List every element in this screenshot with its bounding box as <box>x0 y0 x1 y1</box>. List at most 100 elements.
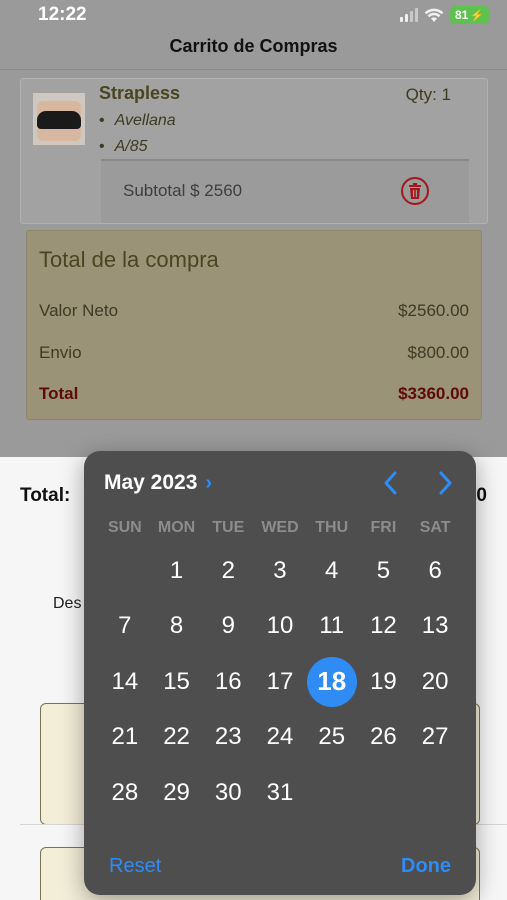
charging-bolt-icon: ⚡ <box>470 9 484 22</box>
done-button[interactable]: Done <box>401 855 451 878</box>
product-quantity: Qty: 1 <box>405 85 451 104</box>
weekday-label: MON <box>157 519 196 536</box>
day-cell[interactable]: 11 <box>306 599 358 655</box>
day-cell[interactable]: 6 <box>409 543 461 599</box>
day-cell[interactable]: 29 <box>151 765 203 821</box>
day-number: 14 <box>111 667 139 695</box>
cart-item-card[interactable]: Strapless Qty: 1 Avellana A/85 Subtotal … <box>20 78 488 224</box>
subtotal-bar: Subtotal $ 2560 <box>101 159 469 223</box>
day-cell[interactable]: 31 <box>254 765 306 821</box>
date-picker: May 2023 › SUN MON TUE WED THU FRI SAT 1… <box>84 451 476 895</box>
day-number: 27 <box>421 723 449 751</box>
product-image <box>33 93 85 145</box>
day-number: 16 <box>214 667 242 695</box>
weekday-label: TUE <box>212 519 245 536</box>
day-number: 15 <box>163 667 190 695</box>
status-bar: 12:22 81 ⚡ <box>0 0 507 30</box>
weekday-label: FRI <box>370 519 397 536</box>
wifi-icon <box>424 8 444 23</box>
day-cell[interactable]: 13 <box>409 599 461 655</box>
trash-icon[interactable] <box>401 177 429 205</box>
status-time: 12:22 <box>38 4 87 25</box>
day-cell[interactable]: 25 <box>306 710 358 766</box>
day-number: 2 <box>221 556 235 584</box>
month-label: May 2023 <box>104 471 198 494</box>
day-cell[interactable]: 10 <box>254 599 306 655</box>
day-cell[interactable]: 9 <box>202 599 254 655</box>
day-number: 9 <box>221 612 235 640</box>
day-number: 6 <box>428 556 442 584</box>
day-cell[interactable]: 8 <box>151 599 203 655</box>
weekday-label: SUN <box>107 519 142 536</box>
page-title: Carrito de Compras <box>169 36 338 56</box>
battery-indicator: 81 ⚡ <box>449 6 489 24</box>
day-cell[interactable]: 14 <box>99 654 151 710</box>
weekday-label: THU <box>315 519 349 536</box>
day-number: 4 <box>325 556 339 584</box>
chevron-right-icon <box>439 471 452 495</box>
day-cell[interactable]: 28 <box>99 765 151 821</box>
day-cell[interactable]: 7 <box>99 599 151 655</box>
day-number: 5 <box>376 556 391 584</box>
day-number: 25 <box>318 723 346 751</box>
day-cell[interactable]: 2 <box>202 543 254 599</box>
product-attribute-color: Avellana <box>99 112 176 130</box>
day-number: 21 <box>111 723 139 751</box>
day-number: 17 <box>266 667 294 695</box>
summary-row-shipping: Envio $800.00 <box>39 343 469 363</box>
battery-level: 81 <box>454 8 469 22</box>
day-number: 11 <box>319 612 345 640</box>
summary-value: $800.00 <box>407 343 469 362</box>
day-cell[interactable]: 24 <box>254 710 306 766</box>
summary-row-net: Valor Neto $2560.00 <box>39 301 469 321</box>
day-cell[interactable]: 17 <box>254 654 306 710</box>
day-number: 19 <box>370 667 397 695</box>
reset-button[interactable]: Reset <box>109 855 161 878</box>
next-month-button[interactable] <box>430 465 462 501</box>
day-cell[interactable]: 27 <box>409 710 461 766</box>
day-number: 22 <box>163 723 190 751</box>
day-number: 8 <box>169 612 184 640</box>
day-cell[interactable]: 12 <box>358 599 410 655</box>
summary-title: Total de la compra <box>39 247 219 272</box>
product-attribute-size: A/85 <box>99 138 148 156</box>
sheet-total-value: 0 <box>476 485 487 506</box>
day-cell[interactable]: 3 <box>254 543 306 599</box>
day-grid: 1 2 3 4 5 6 7 8 9 10 11 12 13 14 15 16 17 18 19 20 21 22 23 24 2… <box>99 543 461 821</box>
day-number: 1 <box>169 556 184 584</box>
app-header: Carrito de Compras <box>0 30 507 70</box>
day-cell[interactable]: 20 <box>409 654 461 710</box>
day-empty <box>99 543 151 599</box>
day-number: 10 <box>266 612 294 640</box>
description-label: Des <box>53 595 82 612</box>
day-selected[interactable]: 18 <box>306 654 358 710</box>
day-cell[interactable]: 21 <box>99 710 151 766</box>
day-number: 20 <box>421 667 449 695</box>
day-cell[interactable]: 5 <box>358 543 410 599</box>
day-cell[interactable]: 19 <box>358 654 410 710</box>
summary-label: Total <box>39 384 79 403</box>
day-cell[interactable]: 26 <box>358 710 410 766</box>
order-summary-card: Total de la compra Valor Neto $2560.00 E… <box>26 230 482 420</box>
summary-row-total: Total $3360.00 <box>39 384 469 404</box>
day-cell[interactable]: 1 <box>151 543 203 599</box>
day-number: 7 <box>118 612 132 640</box>
day-number: 30 <box>214 778 242 806</box>
status-icons: 81 ⚡ <box>399 6 489 24</box>
month-year-selector[interactable]: May 2023 › <box>104 471 212 495</box>
weekday-header: SUN MON TUE WED THU FRI SAT <box>99 519 461 537</box>
sheet-total-label: Total: <box>20 485 71 506</box>
day-cell[interactable]: 23 <box>202 710 254 766</box>
day-cell[interactable]: 4 <box>306 543 358 599</box>
cellular-signal-icon <box>399 8 418 22</box>
previous-month-button[interactable] <box>374 465 406 501</box>
day-cell[interactable]: 30 <box>202 765 254 821</box>
weekday-label: WED <box>261 519 299 536</box>
summary-value: $3360.00 <box>398 384 469 403</box>
day-cell[interactable]: 15 <box>151 654 203 710</box>
day-cell[interactable]: 22 <box>151 710 203 766</box>
day-cell[interactable]: 16 <box>202 654 254 710</box>
day-number: 13 <box>421 612 449 640</box>
day-number: 31 <box>266 778 294 806</box>
summary-label: Valor Neto <box>39 301 119 320</box>
